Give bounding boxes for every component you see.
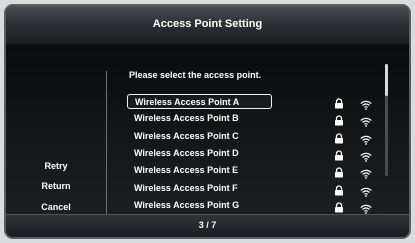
wifi-icon [360,201,372,214]
access-point-item[interactable]: Wireless Access Point F [127,181,272,196]
footer-bar: 3 / 7 [6,214,409,237]
lock-icon [334,113,344,126]
access-point-item[interactable]: Wireless Access Point E [127,163,272,178]
wifi-icon [360,149,372,162]
scrollbar[interactable] [385,64,388,176]
wifi-icon [360,166,372,180]
access-point-name: Wireless Access Point D [134,147,239,158]
lock-icon [334,131,344,144]
title-bar: Access Point Setting [6,6,409,45]
page-indicator: 3 / 7 [198,220,217,230]
lock-icon [334,183,344,195]
scrollbar-thumb[interactable] [385,64,388,96]
dialog-title: Access Point Setting [152,18,263,30]
access-point-name: Wireless Access Point A [135,97,240,107]
lock-icon [334,200,344,213]
wifi-icon [360,97,372,110]
access-point-name: Wireless Access Point E [134,165,239,176]
menu-divider [106,71,107,216]
access-point-name: Wireless Access Point G [134,199,240,210]
access-point-item[interactable]: Wireless Access Point G [127,198,272,213]
access-point-name: Wireless Access Point B [134,113,239,124]
wifi-icon [360,114,372,128]
instruction-text: Please select the access point. [129,70,262,80]
return-button[interactable]: Return [6,181,106,191]
lock-icon [334,148,344,161]
access-point-item[interactable]: Wireless Access Point A [127,94,272,109]
wifi-icon [360,132,372,145]
access-point-name: Wireless Access Point F [134,182,238,193]
dialog-body: Retry Return Cancel Please select the ac… [6,45,409,216]
access-point-item[interactable]: Wireless Access Point D [127,146,272,161]
access-point-item[interactable]: Wireless Access Point C [127,129,272,144]
access-point-name: Wireless Access Point C [134,130,239,141]
wifi-icon [360,184,372,197]
lock-icon [334,165,344,178]
dialog-window: Access Point Setting Retry Return Cancel… [4,4,411,239]
cancel-button[interactable]: Cancel [6,202,106,212]
retry-button[interactable]: Retry [6,161,106,171]
lock-icon [334,96,344,109]
access-point-item[interactable]: Wireless Access Point B [127,111,272,126]
